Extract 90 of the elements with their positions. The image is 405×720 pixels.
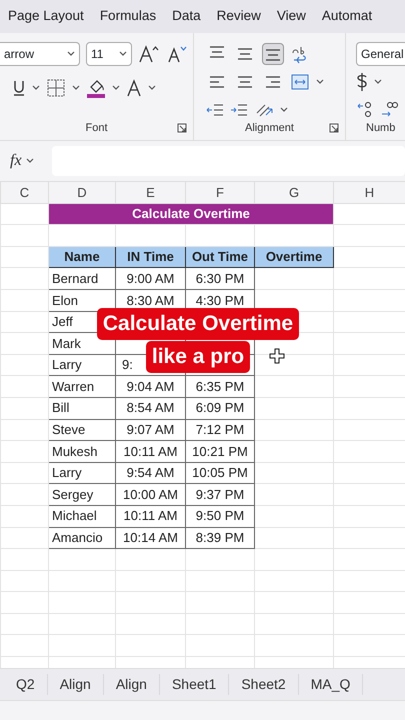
table-cell: 6:35 PM — [186, 376, 254, 398]
dialog-launcher-icon[interactable] — [177, 122, 187, 132]
horizontal-align-icon[interactable] — [237, 75, 253, 89]
table-cell: 9:54 AM — [116, 462, 186, 484]
decrease-font-size-icon[interactable] — [166, 44, 188, 64]
increase-font-size-icon[interactable] — [138, 44, 160, 64]
table-cell: Bill — [48, 397, 116, 420]
number-format-dropdown[interactable]: General — [356, 42, 405, 66]
caption-text: Calculate Overtime — [96, 308, 300, 340]
sheet-tab[interactable]: Align — [48, 674, 104, 695]
caret-icon[interactable] — [112, 85, 120, 91]
horizontal-align-icon[interactable] — [265, 75, 281, 89]
sheet-tab[interactable]: Align — [104, 674, 160, 695]
table-cell: Warren — [48, 376, 116, 398]
table-cell: 10:14 AM — [116, 527, 186, 549]
horizontal-align-icon[interactable] — [209, 75, 225, 89]
font-size-dropdown[interactable]: 11 — [86, 42, 132, 66]
table-cell: 10:05 PM — [186, 462, 254, 484]
table-cell: Amancio — [48, 527, 116, 549]
ribbon-tab[interactable]: Page Layout — [0, 6, 92, 27]
table-cell: 10:11 AM — [116, 505, 186, 527]
group-label: Numb — [366, 122, 396, 134]
table-header-cell: Name — [48, 246, 116, 268]
sheet-tab[interactable]: Sheet2 — [229, 674, 299, 695]
decrease-decimal-icon[interactable] — [380, 101, 398, 119]
caret-icon[interactable] — [26, 158, 34, 164]
decrease-indent-icon[interactable] — [206, 103, 224, 117]
sheet-tab[interactable]: Sheet1 — [160, 674, 230, 695]
align-lines-icon — [265, 49, 281, 61]
sheet-tab[interactable]: Q2 — [4, 674, 48, 695]
table-cell: Larry — [48, 462, 116, 484]
ribbon-tab[interactable]: Formulas — [92, 6, 164, 27]
group-label: Font — [85, 120, 108, 136]
column-header[interactable]: E — [116, 182, 186, 204]
caret-icon[interactable] — [72, 85, 80, 91]
merge-center-icon[interactable] — [290, 73, 310, 91]
table-cell: 9:50 PM — [186, 505, 254, 527]
move-cursor-icon — [269, 348, 285, 364]
ribbon-tab[interactable]: Data — [164, 6, 209, 27]
dollar-icon[interactable] — [356, 72, 368, 92]
increase-decimal-icon[interactable] — [356, 101, 374, 119]
ribbon-tab[interactable]: Automat — [314, 6, 380, 27]
table-cell: Mukesh — [48, 440, 116, 462]
caret-icon[interactable] — [280, 107, 288, 113]
table-header-cell: IN Time — [116, 246, 186, 268]
align-lines-icon — [237, 48, 253, 60]
table-cell: Bernard — [48, 268, 116, 290]
caret-icon[interactable] — [32, 85, 40, 91]
table-cell: 10:11 AM — [116, 440, 186, 462]
ribbon-tab[interactable]: View — [268, 6, 314, 27]
table-cell: 9:00 AM — [116, 268, 186, 290]
table-cell: 10:00 AM — [116, 484, 186, 506]
table-cell: Sergey — [48, 484, 116, 506]
borders-icon[interactable] — [46, 78, 66, 98]
caret-icon[interactable] — [148, 85, 156, 91]
column-header[interactable]: H — [334, 182, 405, 204]
table-cell: Michael — [48, 505, 116, 527]
ribbon-tab[interactable]: Review — [208, 6, 269, 27]
font-name-dropdown[interactable]: arrow — [0, 42, 80, 66]
sheet-tab[interactable]: MA_Q — [298, 674, 364, 695]
column-header[interactable]: D — [48, 182, 116, 204]
align-lines-icon — [209, 46, 225, 58]
table-cell: 8:39 PM — [186, 527, 254, 549]
table-cell: 6:09 PM — [186, 397, 254, 420]
table-cell: 9:37 PM — [186, 484, 254, 506]
column-header[interactable]: G — [254, 182, 334, 204]
table-cell: 7:12 PM — [186, 419, 254, 441]
font-color-icon[interactable] — [126, 79, 142, 97]
table-header-cell: Overtime — [254, 246, 334, 268]
caret-icon[interactable] — [316, 79, 324, 85]
dialog-launcher-icon[interactable] — [329, 122, 339, 132]
table-cell: 9:04 AM — [116, 376, 186, 398]
underline-icon[interactable] — [12, 79, 26, 97]
sheet-title: Calculate Overtime — [48, 203, 334, 225]
column-header[interactable]: F — [186, 182, 254, 204]
column-header[interactable]: C — [0, 182, 48, 204]
table-cell: Larry — [48, 354, 116, 376]
table-cell: 6:30 PM — [186, 268, 254, 290]
caret-icon[interactable] — [374, 79, 382, 85]
group-label: Alignment — [245, 122, 294, 134]
table-cell: 9:07 AM — [116, 419, 186, 441]
caret-icon — [67, 51, 75, 57]
vertical-align-button[interactable] — [262, 43, 284, 65]
table-cell: Steve — [48, 419, 116, 441]
increase-indent-icon[interactable] — [230, 103, 248, 117]
insert-function-label[interactable]: fx — [10, 149, 22, 173]
table-cell: 8:54 AM — [116, 397, 186, 420]
caret-icon — [119, 51, 127, 57]
table-header-cell: Out Time — [186, 246, 254, 268]
table-cell: 10:21 PM — [186, 440, 254, 462]
